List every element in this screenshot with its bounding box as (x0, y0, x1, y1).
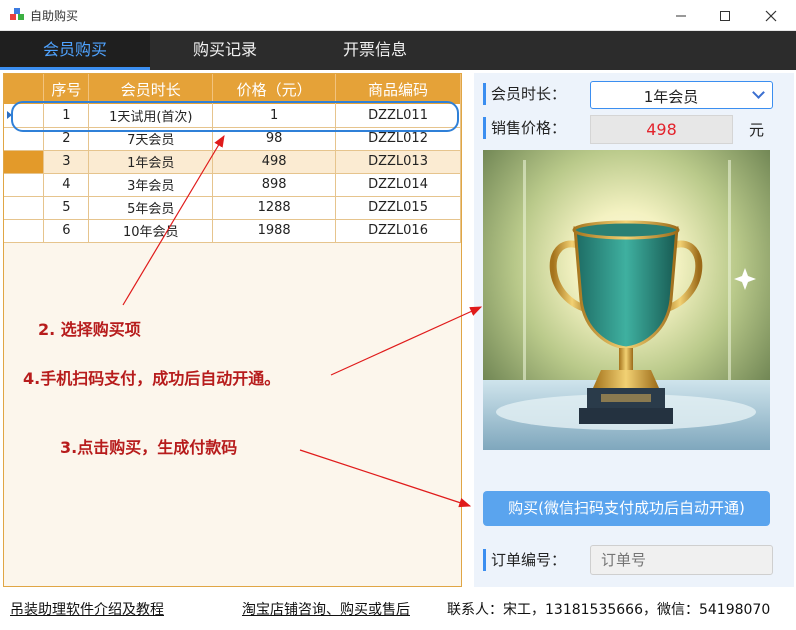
order-number-label: 订单编号： (491, 551, 567, 569)
cell-code[interactable]: DZZL015 (335, 196, 461, 220)
maximize-button[interactable] (702, 0, 748, 31)
intro-link[interactable]: 吊装助理软件介绍及教程 (10, 599, 164, 619)
maximize-icon (720, 10, 730, 21)
duration-select[interactable]: 1年会员 (590, 81, 773, 109)
cell-code[interactable]: DZZL016 (335, 219, 461, 243)
tab-member-purchase[interactable]: 会员购买 (0, 31, 150, 70)
cell-duration[interactable]: 3年会员 (88, 173, 214, 197)
row-header[interactable] (4, 196, 45, 220)
table-header-row: 序号 会员时长 价格（元） 商品编码 (4, 74, 461, 104)
row-header[interactable] (4, 104, 45, 128)
cell-code[interactable]: DZZL014 (335, 173, 461, 197)
label-accent-bar (483, 83, 486, 105)
price-label: 销售价格： (491, 119, 567, 137)
close-icon (765, 10, 777, 21)
buy-button[interactable]: 购买(微信扫码支付成功后自动开通) (483, 491, 770, 526)
footer: 吊装助理软件介绍及教程 淘宝店铺咨询、购买或售后 联系人：宋工，13181535… (0, 593, 796, 630)
column-header-price[interactable]: 价格（元） (212, 74, 337, 104)
cell-price[interactable]: 1288 (212, 196, 337, 220)
cell-price[interactable]: 1 (212, 104, 337, 128)
contact-info: 联系人：宋工，13181535666，微信：54198070 (447, 602, 771, 618)
cell-no[interactable]: 1 (43, 104, 90, 128)
row-header-corner (4, 74, 45, 104)
minimize-icon (676, 15, 686, 16)
order-number-field[interactable] (590, 545, 773, 575)
close-button[interactable] (748, 0, 794, 31)
cell-duration[interactable]: 1年会员 (88, 150, 214, 174)
minimize-button[interactable] (658, 0, 704, 31)
cell-price[interactable]: 98 (212, 127, 337, 151)
table-row[interactable]: 2 7天会员 98 DZZL012 (4, 127, 461, 151)
column-header-no[interactable]: 序号 (43, 74, 90, 104)
current-row-icon (7, 111, 12, 120)
duration-select-value: 1年会员 (643, 88, 699, 106)
row-header[interactable] (4, 127, 45, 151)
trophy-icon (483, 150, 770, 450)
price-field: 498 (590, 115, 733, 144)
cell-price[interactable]: 898 (212, 173, 337, 197)
table-row[interactable]: 4 3年会员 898 DZZL014 (4, 173, 461, 197)
cell-code[interactable]: DZZL013 (335, 150, 461, 174)
duration-label: 会员时长： (491, 85, 567, 103)
table-row[interactable]: 6 10年会员 1988 DZZL016 (4, 219, 461, 243)
annotation-step3: 3.点击购买，生成付款码 (60, 438, 238, 457)
title-bar: 自助购买 (0, 0, 796, 31)
row-header[interactable] (4, 150, 45, 174)
cell-duration[interactable]: 1天试用(首次) (88, 104, 214, 128)
row-header[interactable] (4, 173, 45, 197)
annotation-step4: 4.手机扫码支付，成功后自动开通。 (23, 369, 281, 388)
column-header-duration[interactable]: 会员时长 (88, 74, 214, 104)
cell-price[interactable]: 498 (212, 150, 337, 174)
cell-no[interactable]: 4 (43, 173, 90, 197)
tab-purchase-history[interactable]: 购买记录 (150, 31, 300, 70)
table-row[interactable]: 1 1天试用(首次) 1 DZZL011 (4, 104, 461, 128)
cell-no[interactable]: 2 (43, 127, 90, 151)
cell-duration[interactable]: 10年会员 (88, 219, 214, 243)
membership-table: 序号 会员时长 价格（元） 商品编码 1 1天试用(首次) 1 DZZL011 … (4, 74, 461, 243)
cell-no[interactable]: 3 (43, 150, 90, 174)
cell-duration[interactable]: 7天会员 (88, 127, 214, 151)
row-header[interactable] (4, 219, 45, 243)
cell-code[interactable]: DZZL011 (335, 104, 461, 128)
column-header-code[interactable]: 商品编码 (335, 74, 461, 104)
trophy-image (483, 150, 770, 450)
annotation-step2: 2. 选择购买项 (38, 320, 141, 339)
table-row-selected[interactable]: 3 1年会员 498 DZZL013 (4, 150, 461, 174)
app-icon (10, 8, 24, 22)
shop-link[interactable]: 淘宝店铺咨询、购买或售后 (242, 599, 410, 619)
label-accent-bar (483, 117, 486, 139)
tab-bar: 会员购买 购买记录 开票信息 (0, 31, 796, 70)
tab-invoice-info[interactable]: 开票信息 (300, 31, 450, 70)
window-title: 自助购买 (30, 9, 79, 23)
label-accent-bar (483, 549, 486, 571)
cell-no[interactable]: 5 (43, 196, 90, 220)
cell-no[interactable]: 6 (43, 219, 90, 243)
cell-price[interactable]: 1988 (212, 219, 337, 243)
cell-duration[interactable]: 5年会员 (88, 196, 214, 220)
chevron-down-icon (752, 86, 765, 99)
cell-code[interactable]: DZZL012 (335, 127, 461, 151)
table-row[interactable]: 5 5年会员 1288 DZZL015 (4, 196, 461, 220)
price-unit: 元 (749, 121, 765, 139)
